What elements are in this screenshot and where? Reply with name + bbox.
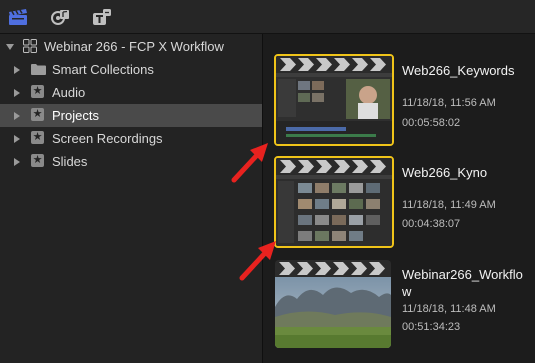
project-duration: 00:51:34:23 [402,321,461,333]
star-event-icon: ★ [31,108,44,121]
folder-icon [31,63,46,77]
sidebar-item-label: Slides [52,154,88,169]
sidebar-item-smart-collections[interactable]: Smart Collections [0,58,262,81]
thumbnail-image [275,277,391,348]
disclosure-collapsed-icon[interactable] [14,135,20,143]
star-event-icon: ★ [31,131,44,144]
star-event-icon: ★ [31,85,44,98]
library-row[interactable]: Webinar 266 - FCP X Workflow [0,35,262,58]
project-thumbnail[interactable] [274,156,394,248]
libraries-clapper-icon[interactable] [6,6,30,28]
browser-toolbar [0,0,535,34]
sidebar-item-label: Projects [52,108,99,123]
star-event-icon: ★ [31,154,44,167]
disclosure-collapsed-icon[interactable] [14,89,20,97]
project-title: Webinar266_Workflow [402,267,523,299]
project-thumbnail[interactable] [274,54,394,146]
libraries-sidebar: Webinar 266 - FCP X Workflow Smart Colle… [0,34,262,363]
annotation-arrow-icon [239,241,276,281]
sidebar-item-audio[interactable]: ★ Audio [0,81,262,104]
thumbnail-image [276,73,392,144]
project-duration: 00:04:38:07 [402,218,461,230]
annotation-arrow-icon [231,143,268,183]
sidebar-item-slides[interactable]: ★ Slides [0,150,262,173]
photos-audio-icon[interactable] [49,6,73,28]
clapper-top-icon [275,260,391,277]
clapper-top-icon [276,56,392,73]
titles-generators-icon[interactable] [90,6,114,28]
library-icon [23,39,37,53]
library-name: Webinar 266 - FCP X Workflow [44,39,224,54]
project-title: Web266_Kyno [402,165,488,180]
sidebar-item-projects[interactable]: ★ Projects [0,104,262,127]
project-date: 11/18/18, 11:49 AM [402,199,496,211]
disclosure-expanded-icon[interactable] [6,44,14,50]
project-date: 11/18/18, 11:56 AM [402,97,496,109]
sidebar-item-label: Smart Collections [52,62,154,77]
project-thumbnail[interactable] [275,260,391,348]
sidebar-item-screen-recordings[interactable]: ★ Screen Recordings [0,127,262,150]
project-title: Web266_Keywords [402,63,515,78]
disclosure-collapsed-icon[interactable] [14,66,20,74]
project-duration: 00:05:58:02 [402,117,461,129]
sidebar-item-label: Audio [52,85,86,100]
disclosure-collapsed-icon[interactable] [14,112,20,120]
sidebar-item-label: Screen Recordings [52,131,163,146]
clapper-top-icon [276,158,392,175]
thumbnail-image [276,175,392,246]
project-date: 11/18/18, 11:48 AM [402,303,496,315]
project-browser: Web266_Keywords 11/18/18, 11:56 AM 00:05… [263,34,535,363]
disclosure-collapsed-icon[interactable] [14,158,20,166]
